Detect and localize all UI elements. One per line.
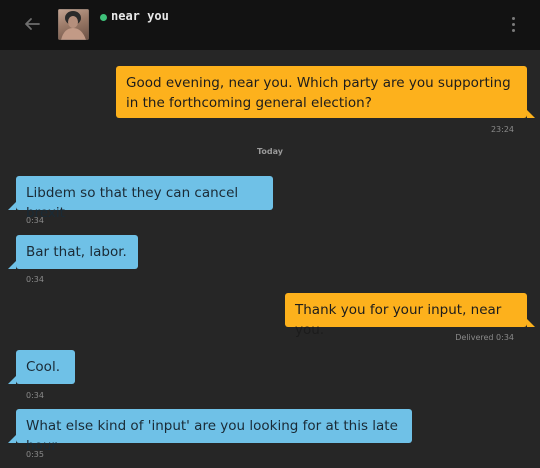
message-timestamp: 0:34: [26, 391, 44, 400]
chat-header: near you: [0, 0, 540, 50]
message-text: What else kind of 'input' are you lookin…: [26, 418, 398, 454]
message-text: Cool.: [26, 359, 60, 375]
message-text: Bar that, labor.: [26, 244, 127, 260]
avatar[interactable]: [58, 9, 89, 40]
message-bubble-incoming[interactable]: Cool.: [16, 350, 75, 384]
message-bubble-incoming[interactable]: Libdem so that they can cancel brexit: [16, 176, 273, 221]
bubble-tail: [8, 435, 16, 443]
day-separator: Today: [257, 147, 283, 156]
more-vertical-icon[interactable]: [505, 14, 521, 34]
message-text: Good evening, near you. Which party are …: [126, 75, 511, 111]
bubble-tail: [527, 319, 535, 327]
message-bubble-incoming[interactable]: What else kind of 'input' are you lookin…: [16, 409, 412, 454]
message-timestamp: 0:34: [26, 275, 44, 284]
bubble-tail: [8, 376, 16, 384]
message-bubble-outgoing[interactable]: Good evening, near you. Which party are …: [116, 66, 527, 118]
message-timestamp: 0:34: [26, 216, 44, 225]
message-timestamp: 23:24: [490, 125, 514, 134]
message-bubble-outgoing[interactable]: Thank you for your input, near you.: [285, 293, 527, 338]
contact-name[interactable]: near you: [111, 9, 169, 23]
bubble-tail: [8, 261, 16, 269]
message-delivery-status: Delivered 0:34: [455, 333, 514, 342]
message-text: Libdem so that they can cancel brexit: [26, 185, 239, 221]
bubble-tail: [527, 110, 535, 118]
message-bubble-incoming[interactable]: Bar that, labor.: [16, 235, 138, 269]
online-status-dot: [100, 14, 107, 21]
message-timestamp: 0:35: [26, 450, 44, 459]
arrow-left-icon[interactable]: [22, 14, 42, 34]
bubble-tail: [8, 202, 16, 210]
